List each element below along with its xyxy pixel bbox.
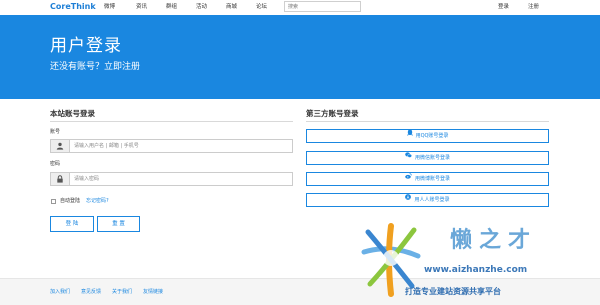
nav-register-link[interactable]: 注册 [528,3,539,11]
wechat-login-button[interactable]: 用微信账号登录 [306,151,549,165]
renren-login-label: 用人人账号登录 [414,197,450,203]
third-party-login-title: 第三方账号登录 [306,109,359,118]
login-button[interactable]: 登 陆 [50,216,94,232]
nav-login-link[interactable]: 登录 [498,3,509,11]
page-title: 用户登录 [50,36,122,56]
lock-icon [51,173,70,185]
password-label: 密码 [50,161,61,167]
forgot-password-link[interactable]: 忘记密码? [86,198,109,205]
wechat-login-label: 用微信账号登录 [414,155,450,161]
watermark-url: www.aizhanzhe.com [424,265,528,275]
brand-logo[interactable]: CoreThink [50,2,96,12]
reset-button[interactable]: 重 置 [97,216,140,232]
footer-link-join[interactable]: 加入我们 [50,289,70,296]
search-input[interactable] [284,1,361,12]
qq-login-label: 用QQ账号登录 [415,133,449,139]
watermark-brand: 懒之才 [450,227,538,253]
weibo-icon [405,172,412,184]
section-divider [50,121,293,122]
qq-icon [406,129,413,141]
weibo-login-label: 用微博账号登录 [414,176,450,182]
top-navbar: CoreThink 微博 资讯 群组 活动 商城 论坛 登录 注册 [0,0,600,16]
watermark-tagline: 打造专业建站资源共享平台 [405,287,501,296]
user-icon [51,140,70,152]
password-input[interactable] [70,173,292,185]
weibo-login-button[interactable]: 用微博账号登录 [306,172,549,186]
password-input-group [50,172,293,186]
nav-item-forum[interactable]: 论坛 [256,3,267,11]
nav-item-events[interactable]: 活动 [196,3,207,11]
register-prompt-link[interactable]: 还没有账号？立即注册 [50,62,140,72]
nav-item-weibo[interactable]: 微博 [104,3,115,11]
footer-link-about[interactable]: 关于我们 [112,289,132,296]
footer-link-feedback[interactable]: 意见反馈 [81,289,101,296]
nav-item-mall[interactable]: 商城 [226,3,237,11]
account-input[interactable] [70,140,292,152]
nav-item-groups[interactable]: 群组 [166,3,177,11]
renren-login-button[interactable]: 用人人账号登录 [306,193,549,207]
qq-login-button[interactable]: 用QQ账号登录 [306,129,549,143]
hero-banner: 用户登录 还没有账号？立即注册 [0,15,600,99]
account-input-group [50,139,293,153]
remember-me-label: 自动登陆 [60,198,81,204]
wechat-icon [405,151,412,163]
local-login-title: 本站账号登录 [50,109,95,118]
section-divider [306,121,549,122]
renren-icon [405,193,412,205]
footer-link-friends[interactable]: 友情链接 [143,289,163,296]
footer: 加入我们 意见反馈 关于我们 友情链接 [0,278,600,305]
nav-item-news[interactable]: 资讯 [136,3,147,11]
account-label: 账号 [50,129,61,135]
remember-me-checkbox[interactable] [51,199,56,204]
